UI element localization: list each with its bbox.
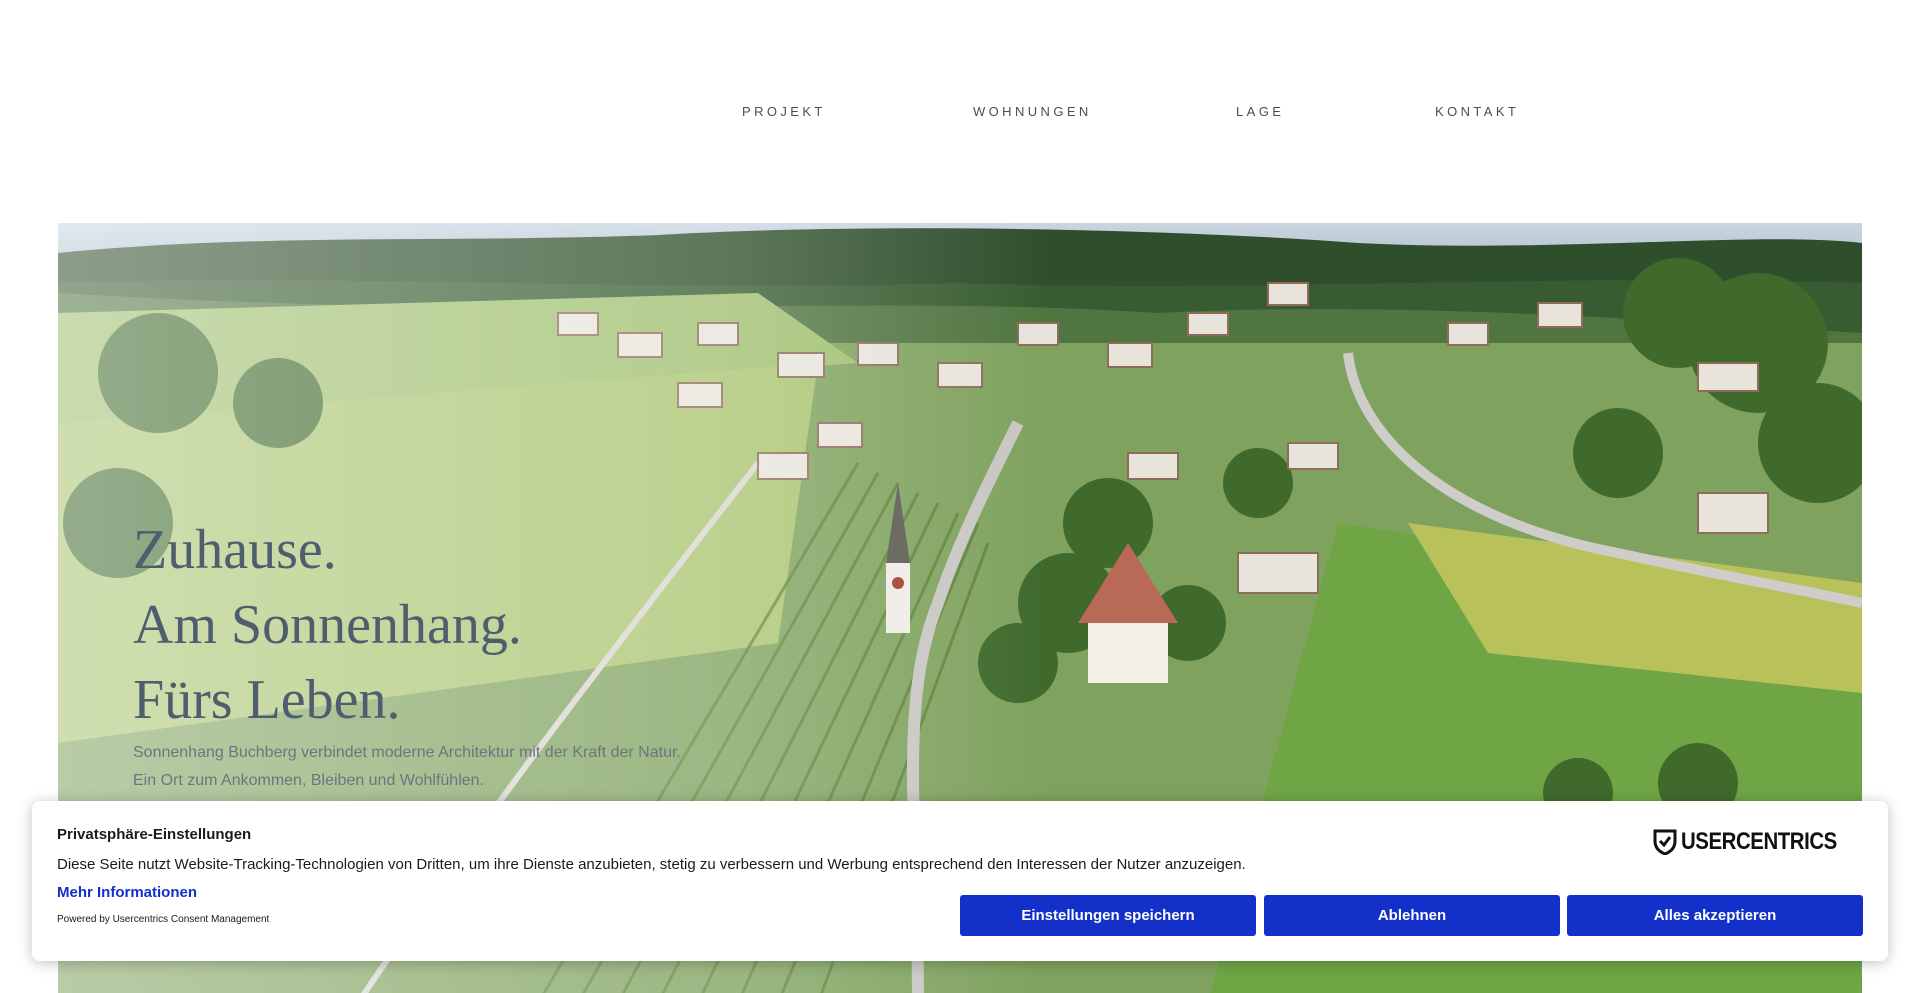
usercentrics-logo: USERCENTRICS [1653, 828, 1864, 856]
powered-by-text: Powered by Usercentrics Consent Manageme… [57, 914, 270, 925]
hero-headline-line-3: Fürs Leben. [133, 669, 401, 731]
hero-subtitle-line-2: Ein Ort zum Ankommen, Bleiben und Wohlfü… [133, 772, 484, 789]
deny-button[interactable]: Ablehnen [1264, 895, 1560, 936]
hero-subtitle-line-1: Sonnenhang Buchberg verbindet moderne Ar… [133, 744, 681, 761]
top-navigation: PROJEKT WOHNUNGEN LAGE KONTAKT [0, 0, 1920, 222]
nav-link-wohnungen[interactable]: WOHNUNGEN [973, 104, 1092, 119]
consent-description: Diese Seite nutzt Website-Tracking-Techn… [57, 856, 1246, 873]
cookie-consent-banner: Privatsphäre-Einstellungen Diese Seite n… [32, 801, 1888, 961]
more-information-link[interactable]: Mehr Informationen [57, 884, 197, 901]
hero-headline-line-1: Zuhause. [133, 519, 337, 581]
consent-title: Privatsphäre-Einstellungen [57, 826, 252, 843]
nav-link-lage[interactable]: LAGE [1236, 104, 1284, 119]
usercentrics-logo-text: USERCENTRICS [1680, 828, 1837, 855]
accept-all-button[interactable]: Alles akzeptieren [1567, 895, 1863, 936]
save-settings-button[interactable]: Einstellungen speichern [960, 895, 1256, 936]
nav-link-projekt[interactable]: PROJEKT [742, 104, 826, 119]
nav-link-kontakt[interactable]: KONTAKT [1435, 104, 1519, 119]
hero-headline-line-2: Am Sonnenhang. [133, 594, 522, 656]
usercentrics-shield-icon [1653, 829, 1677, 855]
hero-text-block: Zuhause. Am Sonnenhang. Fürs Leben. Sonn… [133, 513, 681, 794]
